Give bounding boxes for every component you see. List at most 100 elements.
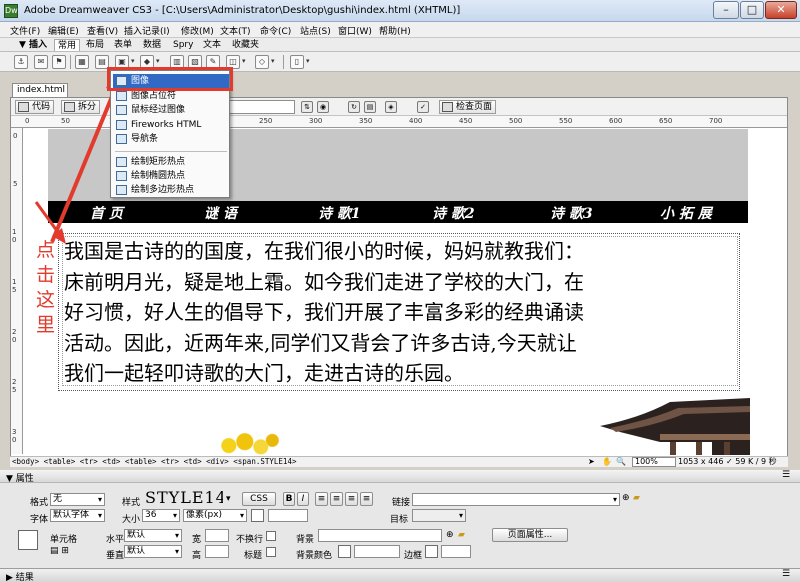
menu-edit[interactable]: 编辑(E) [48, 24, 79, 37]
page-title-input[interactable] [229, 100, 295, 114]
format-select[interactable]: 无 [50, 493, 105, 506]
rollover-image-icon [116, 105, 127, 115]
width-input[interactable] [205, 529, 229, 542]
results-menu-icon[interactable]: ☰ [782, 569, 790, 579]
menu-help[interactable]: 帮助(H) [379, 24, 411, 37]
size-select[interactable]: 36 [142, 509, 180, 522]
italic-button[interactable]: I [297, 492, 309, 506]
menu-item-oval-hotspot[interactable]: 绘制椭圆热点 [113, 169, 229, 183]
window-title: Adobe Dreamweaver CS3 - [C:\Users\Admini… [24, 5, 461, 16]
bg-color-swatch[interactable] [338, 545, 351, 558]
nav-riddles[interactable]: 谜 语 [204, 203, 237, 223]
nav-poems-2[interactable]: 诗 歌2 [432, 203, 475, 223]
menu-item-fireworks-html[interactable]: Fireworks HTML [113, 118, 229, 132]
check-page-button[interactable]: 检查页面 [439, 100, 497, 114]
menu-bar: 文件(F) 编辑(E) 查看(V) 插入记录(I) 修改(M) 文本(T) 命令… [0, 22, 800, 38]
zoom-tool-icon[interactable]: 🔍 [616, 457, 626, 467]
text-color-input[interactable] [268, 509, 308, 522]
horizontal-align-select[interactable]: 默认 [124, 529, 182, 542]
view-options-icon[interactable]: ▤ [364, 101, 376, 113]
nav-poems-1[interactable]: 诗 歌1 [318, 203, 361, 223]
tab-text[interactable]: 文本 [200, 39, 224, 51]
menu-item-navbar[interactable]: 导航条 [113, 132, 229, 146]
tab-common[interactable]: 常用 [54, 39, 81, 51]
height-input[interactable] [205, 545, 229, 558]
nav-extension[interactable]: 小 拓 展 [660, 203, 712, 223]
bg-color-input[interactable] [354, 545, 400, 558]
align-center-icon[interactable]: ≡ [330, 492, 343, 506]
css-button[interactable]: CSS [242, 492, 276, 506]
select-tool-icon[interactable]: ➤ [588, 457, 595, 467]
nav-poems-3[interactable]: 诗 歌3 [550, 203, 593, 223]
menu-item-polygon-hotspot[interactable]: 绘制多边形热点 [113, 183, 229, 197]
minimize-button[interactable]: – [713, 1, 739, 19]
results-panel[interactable]: ▶ 结果 ☰ [0, 568, 800, 582]
tab-spry[interactable]: Spry [170, 39, 196, 51]
hyperlink-icon[interactable]: ⚓ [14, 55, 28, 69]
preview-browser-icon[interactable]: ◉ [317, 101, 329, 113]
align-justify-icon[interactable]: ≡ [360, 492, 373, 506]
unit-select[interactable]: 像素(px) [183, 509, 247, 522]
vertical-align-select[interactable]: 默认 [124, 545, 182, 558]
align-left-icon[interactable]: ≡ [315, 492, 328, 506]
nowrap-checkbox[interactable] [266, 531, 276, 541]
style-dropdown-icon[interactable]: ▾ [226, 494, 231, 504]
background-input[interactable] [318, 529, 442, 542]
properties-panel-header[interactable]: ▼ 属性 ☰ [0, 470, 800, 484]
refresh-icon[interactable]: ↻ [348, 101, 360, 113]
menu-view[interactable]: 查看(V) [87, 24, 118, 37]
menu-window[interactable]: 窗口(W) [338, 24, 372, 37]
close-button[interactable]: ✕ [765, 1, 797, 19]
code-view-icon [18, 102, 29, 112]
menu-modify[interactable]: 修改(M) [181, 24, 214, 37]
tag-selector[interactable]: <body> <table> <tr> <td> <table> <tr> <t… [12, 457, 296, 467]
border-color-input[interactable] [441, 545, 471, 558]
style-select[interactable]: STYLE14 [145, 488, 223, 507]
browse-folder-icon[interactable]: ▰ [633, 493, 640, 503]
merge-cells-icon[interactable]: ▤ ⊞ [50, 546, 69, 556]
menu-commands[interactable]: 命令(C) [260, 24, 291, 37]
hand-tool-icon[interactable]: ✋ [602, 457, 612, 467]
oval-hotspot-icon [116, 171, 127, 181]
tab-forms[interactable]: 表单 [111, 39, 135, 51]
status-bar: <body> <table> <tr> <td> <table> <tr> <t… [10, 456, 788, 467]
bold-button[interactable]: B [283, 492, 295, 506]
text-color-swatch[interactable] [251, 509, 264, 522]
panel-menu-icon[interactable]: ☰ [782, 470, 790, 480]
link-input[interactable] [412, 493, 620, 506]
bg-point-to-file-icon[interactable]: ⊕ [446, 530, 454, 540]
rect-hotspot-icon [116, 157, 127, 167]
insert-panel-toggle[interactable]: ▼ 插入 [16, 39, 50, 51]
page-properties-button[interactable]: 页面属性... [492, 528, 568, 542]
menu-file[interactable]: 文件(F) [10, 24, 40, 37]
zoom-select[interactable]: 100% [632, 457, 676, 467]
menu-item-rect-hotspot[interactable]: 绘制矩形热点 [113, 155, 229, 169]
tab-data[interactable]: 数据 [140, 39, 164, 51]
paragraph-line: 床前明月光，疑是地上霜。如今我们走进了学校的大门，在 [64, 269, 584, 294]
menu-item-image-placeholder[interactable]: 图像占位符 [113, 89, 229, 103]
align-right-icon[interactable]: ≡ [345, 492, 358, 506]
insert-bar: ▼ 插入 常用 布局 表单 数据 Spry 文本 收藏夹 [0, 38, 800, 52]
template-icon[interactable]: ◇ [255, 55, 269, 69]
border-color-swatch[interactable] [425, 545, 438, 558]
menu-item-rollover-image[interactable]: 鼠标经过图像 [113, 103, 229, 117]
pavilion-roof-image [600, 398, 750, 455]
menu-site[interactable]: 站点(S) [300, 24, 331, 37]
paragraph-line: 我们一起轻叩诗歌的大门，走进古诗的乐园。 [64, 361, 464, 385]
tab-layout[interactable]: 布局 [83, 39, 107, 51]
tag-chooser-icon[interactable]: ▯ [290, 55, 304, 69]
menu-text[interactable]: 文本(T) [220, 24, 251, 37]
cell-icon [18, 530, 38, 550]
intro-paragraph[interactable]: 我国是古诗的的国度，在我们很小的时候，妈妈就教我们： 床前明月光，疑是地上霜。如… [64, 236, 744, 389]
file-management-icon[interactable]: ⇅ [301, 101, 313, 113]
maximize-button[interactable]: □ [740, 1, 764, 19]
bg-browse-folder-icon[interactable]: ▰ [458, 530, 465, 540]
target-select[interactable] [412, 509, 466, 522]
font-select[interactable]: 默认字体 [50, 509, 105, 522]
visual-aids-icon[interactable]: ◈ [385, 101, 397, 113]
menu-insert[interactable]: 插入记录(I) [124, 24, 170, 37]
header-checkbox[interactable] [266, 547, 276, 557]
tab-favorites[interactable]: 收藏夹 [229, 39, 262, 51]
validate-icon[interactable]: ✓ [417, 101, 429, 113]
point-to-file-icon[interactable]: ⊕ [622, 493, 630, 503]
